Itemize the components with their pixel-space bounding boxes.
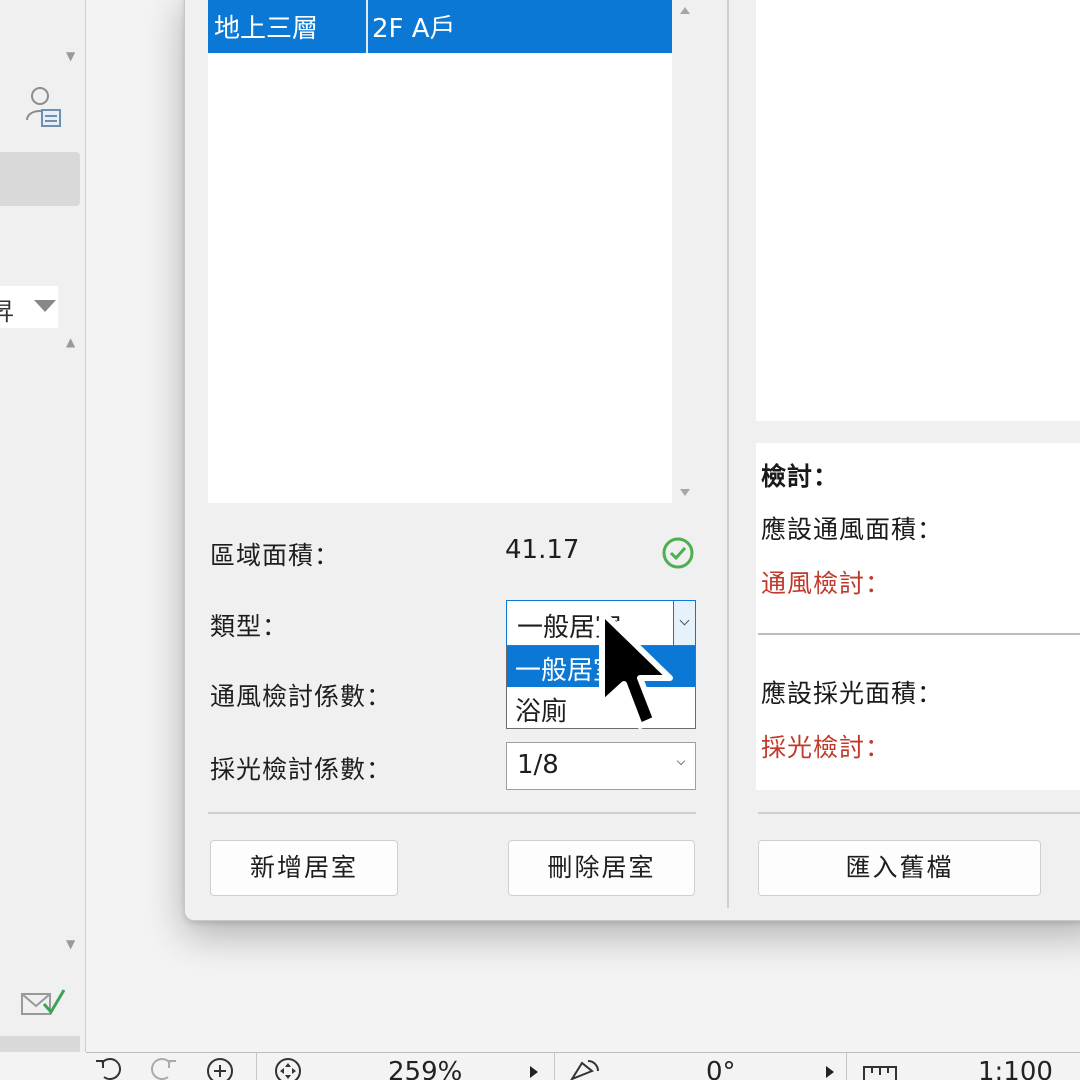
table-row[interactable]: 地上三層 2F A戶 <box>208 0 672 53</box>
panel-divider <box>727 0 729 908</box>
ruler-icon[interactable] <box>862 1059 898 1080</box>
sidebar-selected-item[interactable] <box>0 152 80 206</box>
sidebar-dropdown-text: 昇 <box>0 298 14 326</box>
zoom-menu-arrow-icon[interactable] <box>530 1066 538 1078</box>
fit-view-icon[interactable] <box>272 1057 304 1080</box>
rotation-angle[interactable]: 0° <box>706 1057 736 1080</box>
status-separator <box>554 1053 555 1080</box>
zoom-in-icon[interactable] <box>204 1057 236 1080</box>
divider <box>208 812 696 814</box>
vent-check-label: 通風檢討： <box>761 569 892 598</box>
add-room-button[interactable]: 新增居室 <box>210 840 398 896</box>
light-factor-select[interactable]: 1/8 <box>506 742 696 790</box>
type-label: 類型： <box>210 612 289 641</box>
sidebar-scrollbar[interactable]: ▲ ▼ <box>60 330 82 960</box>
light-area-label: 應設採光面積： <box>761 679 944 708</box>
vent-area-label: 應設通風面積： <box>761 515 944 544</box>
room-list[interactable]: 地上三層 2F A戶 <box>208 0 672 503</box>
import-old-file-button[interactable]: 匯入舊檔 <box>758 840 1041 896</box>
undo-icon[interactable] <box>94 1057 126 1080</box>
status-separator <box>256 1053 257 1080</box>
light-check-label: 採光檢討： <box>761 733 892 762</box>
zoom-level[interactable]: 259% <box>388 1057 462 1080</box>
vent-factor-label: 通風檢討係數： <box>210 682 393 711</box>
chevron-down-icon <box>679 615 690 626</box>
left-sidebar: ▼ 昇 ▲ ▼ <box>0 0 86 1052</box>
area-value: 41.17 <box>505 535 580 565</box>
send-check-icon[interactable] <box>20 984 66 1024</box>
sidebar-footer-block <box>0 1036 80 1052</box>
user-list-icon[interactable] <box>24 86 64 130</box>
redo-icon[interactable] <box>146 1057 178 1080</box>
scroll-down-arrow-icon[interactable]: ▼ <box>66 50 75 62</box>
chevron-down-icon <box>34 300 56 312</box>
divider <box>758 633 1080 635</box>
scroll-up-arrow-icon[interactable]: ▲ <box>66 336 75 348</box>
status-separator <box>846 1053 847 1080</box>
column-divider <box>366 0 368 53</box>
review-title: 檢討： <box>761 462 840 491</box>
scroll-down-arrow-icon[interactable]: ▼ <box>66 938 75 950</box>
floor-cell: 地上三層 <box>214 14 319 44</box>
list-scroll-up-icon[interactable] <box>680 7 690 14</box>
status-bar: 259% 0° 1:100 <box>86 1052 1080 1080</box>
light-factor-label: 採光檢討係數： <box>210 755 393 784</box>
type-select-button[interactable] <box>673 601 695 645</box>
check-circle-icon <box>662 537 694 569</box>
list-scroll-down-icon[interactable] <box>680 489 690 496</box>
divider <box>758 812 1080 814</box>
drawing-scale[interactable]: 1:100 <box>978 1057 1053 1080</box>
rotate-view-icon[interactable] <box>568 1057 602 1080</box>
angle-menu-arrow-icon[interactable] <box>826 1066 834 1078</box>
area-label: 區域面積： <box>210 541 341 570</box>
delete-room-button[interactable]: 刪除居室 <box>508 840 695 896</box>
light-factor-value: 1/8 <box>517 750 559 780</box>
mouse-pointer-icon <box>599 609 673 729</box>
sidebar-dropdown[interactable]: 昇 <box>0 286 58 328</box>
preview-panel <box>756 0 1080 421</box>
unit-cell: 2F A戶 <box>372 14 456 44</box>
